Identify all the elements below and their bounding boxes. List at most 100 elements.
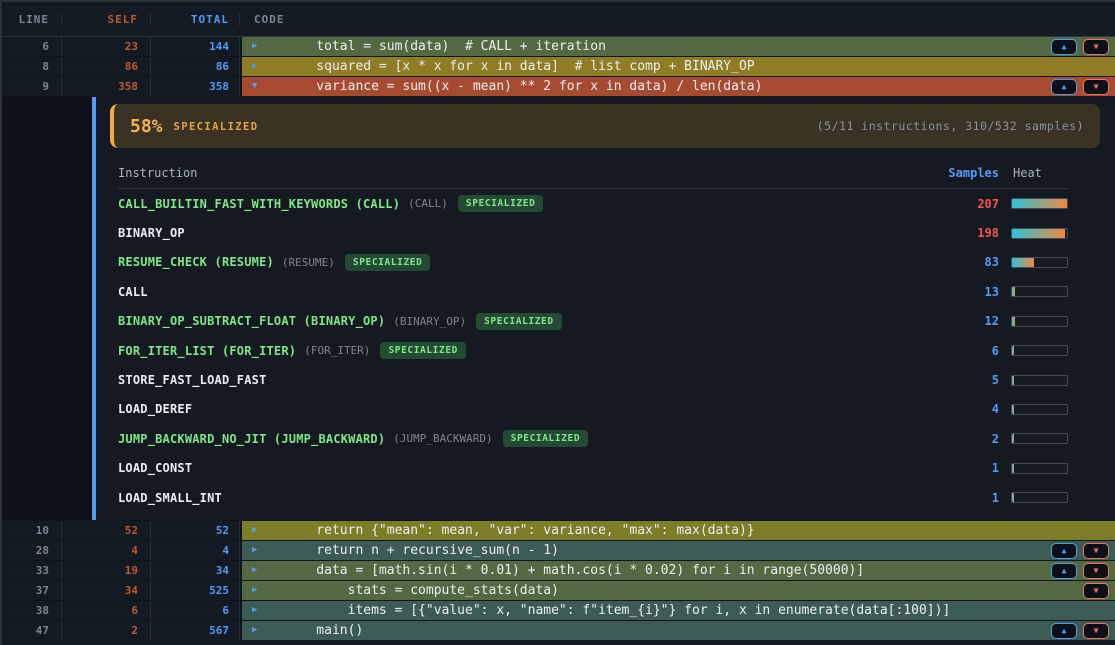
- expand-expander-icon[interactable]: ▶: [252, 606, 261, 615]
- move-up-button[interactable]: ▲: [1051, 543, 1077, 559]
- instruction-name-group: CALL_BUILTIN_FAST_WITH_KEYWORDS (CALL)(C…: [118, 195, 929, 212]
- column-header-code: CODE: [240, 13, 1115, 26]
- expand-expander-icon[interactable]: ▶: [252, 546, 261, 555]
- code-text: variance = sum((x - mean) ** 2 for x in …: [285, 79, 762, 94]
- expand-expander-icon[interactable]: ▶: [252, 586, 261, 595]
- instruction-name-group: BINARY_OP: [118, 226, 929, 240]
- heat-bar: [1011, 463, 1068, 474]
- code-cell: ▶ main()▲▼: [240, 621, 1115, 640]
- expand-expander-icon[interactable]: ▶: [252, 42, 261, 51]
- total-samples-value: 567: [151, 621, 240, 640]
- sample-count: 1: [929, 491, 999, 505]
- line-number: 9: [2, 77, 62, 96]
- heat-bar: [1011, 375, 1068, 386]
- code-line-row[interactable]: 9358358▼ variance = sum((x - mean) ** 2 …: [2, 77, 1115, 97]
- instruction-name-group: LOAD_SMALL_INT: [118, 491, 929, 505]
- collapse-expander-icon[interactable]: ▼: [252, 82, 261, 91]
- instruction-name: CALL_BUILTIN_FAST_WITH_KEYWORDS (CALL): [118, 197, 400, 211]
- total-samples-value: 34: [151, 561, 240, 580]
- instruction-name: STORE_FAST_LOAD_FAST: [118, 373, 267, 387]
- code-cell: ▶ items = [{"value": x, "name": f"item_{…: [240, 601, 1115, 620]
- code-line-row[interactable]: 2844▶ return n + recursive_sum(n - 1)▲▼: [2, 541, 1115, 561]
- heat-bar: [1011, 492, 1068, 503]
- heat-bar: [1011, 257, 1068, 268]
- instruction-name: LOAD_CONST: [118, 461, 192, 475]
- total-samples-value: 4: [151, 541, 240, 560]
- instruction-row: STORE_FAST_LOAD_FAST5: [96, 365, 1115, 394]
- move-up-button[interactable]: ▲: [1051, 39, 1077, 55]
- total-samples-value: 6: [151, 601, 240, 620]
- move-down-button[interactable]: ▼: [1083, 39, 1109, 55]
- heat-bar-fill: [1012, 405, 1014, 414]
- line-number: 28: [2, 541, 62, 560]
- move-down-button[interactable]: ▼: [1083, 583, 1109, 599]
- code-line-row[interactable]: 88686▶ squared = [x * x for x in data] #…: [2, 57, 1115, 77]
- instruction-name: BINARY_OP_SUBTRACT_FLOAT (BINARY_OP): [118, 314, 385, 328]
- expand-expander-icon[interactable]: ▶: [252, 62, 261, 71]
- code-cell: ▶ squared = [x * x for x in data] # list…: [240, 57, 1115, 76]
- code-line-row[interactable]: 623144▶ total = sum(data) # CALL + itera…: [2, 37, 1115, 57]
- heat-bar: [1011, 316, 1068, 327]
- move-up-button[interactable]: ▲: [1051, 563, 1077, 579]
- code-text: main(): [285, 623, 363, 638]
- self-samples-value: 23: [62, 37, 151, 56]
- move-down-button[interactable]: ▼: [1083, 79, 1109, 95]
- sample-count: 207: [929, 197, 999, 211]
- code-line-row[interactable]: 331934▶ data = [math.sin(i * 0.01) + mat…: [2, 561, 1115, 581]
- code-rows-top: 623144▶ total = sum(data) # CALL + itera…: [2, 37, 1115, 97]
- instruction-name-group: LOAD_CONST: [118, 461, 929, 475]
- expand-expander-icon[interactable]: ▶: [252, 566, 261, 575]
- sample-count: 1: [929, 461, 999, 475]
- self-samples-value: 2: [62, 621, 151, 640]
- instruction-row: RESUME_CHECK (RESUME)(RESUME)SPECIALIZED…: [96, 248, 1115, 277]
- heat-bar-fill: [1012, 287, 1015, 296]
- line-number: 33: [2, 561, 62, 580]
- column-header-instruction[interactable]: Instruction: [118, 166, 929, 180]
- move-down-button[interactable]: ▼: [1083, 543, 1109, 559]
- move-up-button[interactable]: ▲: [1051, 623, 1077, 639]
- code-cell: ▶ total = sum(data) # CALL + iteration ▲ ▼: [240, 37, 1115, 56]
- code-line-row[interactable]: 105252▶ return {"mean": mean, "var": var…: [2, 521, 1115, 541]
- self-samples-value: 19: [62, 561, 151, 580]
- instruction-name: BINARY_OP: [118, 226, 185, 240]
- move-down-button[interactable]: ▼: [1083, 563, 1109, 579]
- instruction-name-group: STORE_FAST_LOAD_FAST: [118, 373, 929, 387]
- total-samples-value: 358: [151, 77, 240, 96]
- code-line-row[interactable]: 472567▶ main()▲▼: [2, 621, 1115, 641]
- specialized-badge: SPECIALIZED: [458, 195, 544, 212]
- instruction-name-group: JUMP_BACKWARD_NO_JIT (JUMP_BACKWARD)(JUM…: [118, 430, 929, 447]
- column-header-heat[interactable]: Heat: [1011, 166, 1068, 180]
- instruction-name: JUMP_BACKWARD_NO_JIT (JUMP_BACKWARD): [118, 432, 385, 446]
- row-buttons: ▲▼: [1051, 623, 1115, 639]
- code-cell: ▶ return {"mean": mean, "var": variance,…: [240, 521, 1115, 540]
- instruction-row: CALL_BUILTIN_FAST_WITH_KEYWORDS (CALL)(C…: [96, 189, 1115, 218]
- specialized-label: SPECIALIZED: [174, 121, 259, 133]
- code-line-row[interactable]: 3734525▶ stats = compute_stats(data)▼: [2, 581, 1115, 601]
- specialized-badge: SPECIALIZED: [345, 254, 431, 271]
- sample-count: 198: [929, 226, 999, 240]
- instruction-name: CALL: [118, 285, 148, 299]
- expand-expander-icon[interactable]: ▶: [252, 626, 261, 635]
- specialized-percent: 58%: [130, 116, 163, 137]
- heat-bar: [1011, 198, 1068, 209]
- column-header-line: LINE: [2, 13, 62, 26]
- row-buttons: ▲▼: [1051, 543, 1115, 559]
- instruction-rows: CALL_BUILTIN_FAST_WITH_KEYWORDS (CALL)(C…: [96, 189, 1115, 512]
- code-cell: ▶ data = [math.sin(i * 0.01) + math.cos(…: [240, 561, 1115, 580]
- code-cell: ▶ stats = compute_stats(data)▼: [240, 581, 1115, 600]
- base-instruction-hint: (FOR_ITER): [304, 344, 370, 357]
- code-text: total = sum(data) # CALL + iteration: [285, 39, 606, 54]
- row-buttons: ▲▼: [1051, 79, 1115, 95]
- heat-bar: [1011, 433, 1068, 444]
- move-up-button[interactable]: ▲: [1051, 79, 1077, 95]
- move-down-button[interactable]: ▼: [1083, 623, 1109, 639]
- code-rows-bottom: 105252▶ return {"mean": mean, "var": var…: [2, 521, 1115, 641]
- code-line-row[interactable]: 3866▶ items = [{"value": x, "name": f"it…: [2, 601, 1115, 621]
- code-text: data = [math.sin(i * 0.01) + math.cos(i …: [285, 563, 864, 578]
- instruction-name: LOAD_SMALL_INT: [118, 491, 222, 505]
- expand-expander-icon[interactable]: ▶: [252, 526, 261, 535]
- specialization-banner: 58% SPECIALIZED (5/11 instructions, 310/…: [110, 104, 1100, 148]
- heat-bar-fill: [1012, 229, 1065, 238]
- column-header-samples[interactable]: Samples: [929, 166, 999, 180]
- self-samples-value: 52: [62, 521, 151, 540]
